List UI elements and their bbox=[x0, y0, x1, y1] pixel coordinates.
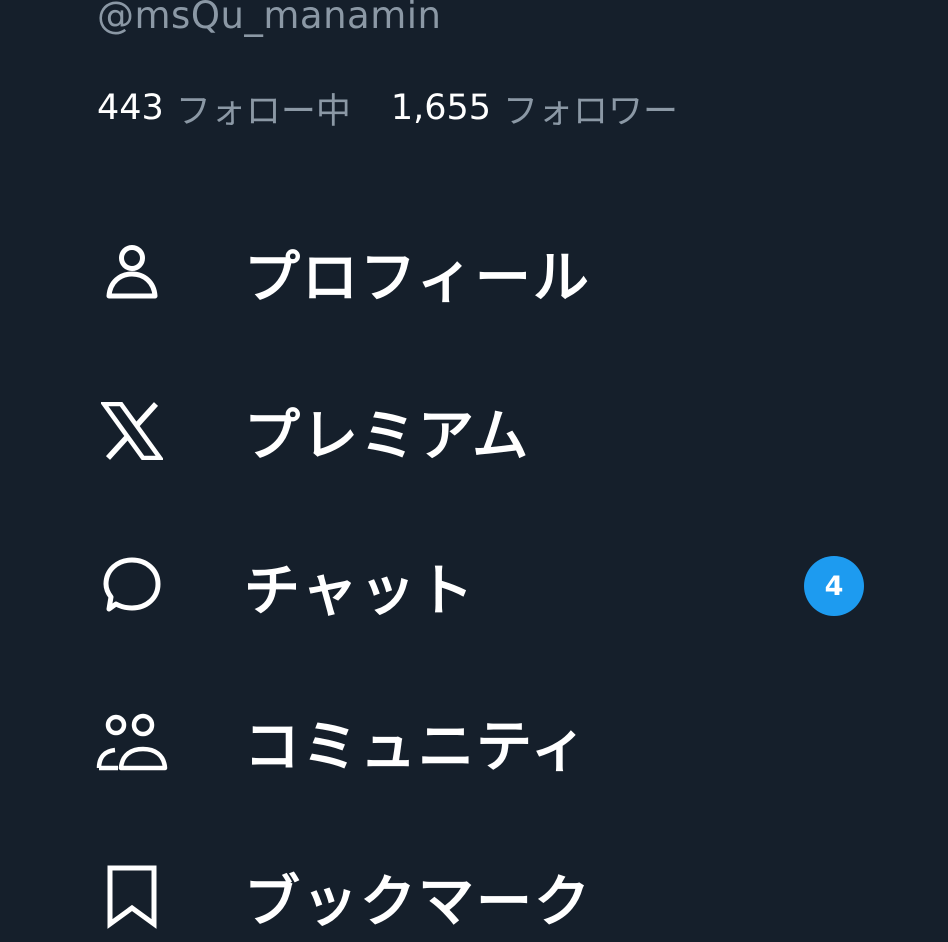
following-count: 443 bbox=[97, 88, 164, 128]
menu-item-label: プレミアム bbox=[244, 403, 531, 469]
side-menu-drawer: @msQu_manamin 443 フォロー中 1,655 フォロワー プロフィ… bbox=[0, 0, 948, 942]
menu-item-label: チャット bbox=[244, 558, 476, 624]
follow-stats: 443 フォロー中 1,655 フォロワー bbox=[97, 84, 678, 132]
person-icon bbox=[96, 237, 168, 309]
unread-badge: 4 bbox=[804, 556, 864, 616]
user-handle[interactable]: @msQu_manamin bbox=[97, 0, 442, 37]
menu-item-label: ブックマーク bbox=[244, 869, 592, 935]
menu-item-communities[interactable]: コミュニティ bbox=[0, 697, 948, 787]
bookmark-icon bbox=[96, 861, 168, 933]
following-stat[interactable]: 443 フォロー中 bbox=[97, 83, 351, 134]
following-label: フォロー中 bbox=[175, 91, 351, 132]
followers-stat[interactable]: 1,655 フォロワー bbox=[391, 83, 678, 134]
people-icon bbox=[96, 706, 168, 778]
followers-label: フォロワー bbox=[503, 91, 679, 132]
menu-item-label: コミュニティ bbox=[244, 714, 589, 780]
followers-count: 1,655 bbox=[390, 88, 492, 128]
menu-item-profile[interactable]: プロフィール bbox=[0, 228, 948, 318]
menu-item-chat[interactable]: チャット 4 bbox=[0, 541, 948, 631]
x-logo-icon bbox=[96, 395, 168, 467]
menu-item-bookmarks[interactable]: ブックマーク bbox=[0, 852, 948, 942]
menu-item-premium[interactable]: プレミアム bbox=[0, 386, 948, 476]
chat-bubble-icon bbox=[96, 550, 168, 622]
menu-item-label: プロフィール bbox=[244, 245, 591, 311]
